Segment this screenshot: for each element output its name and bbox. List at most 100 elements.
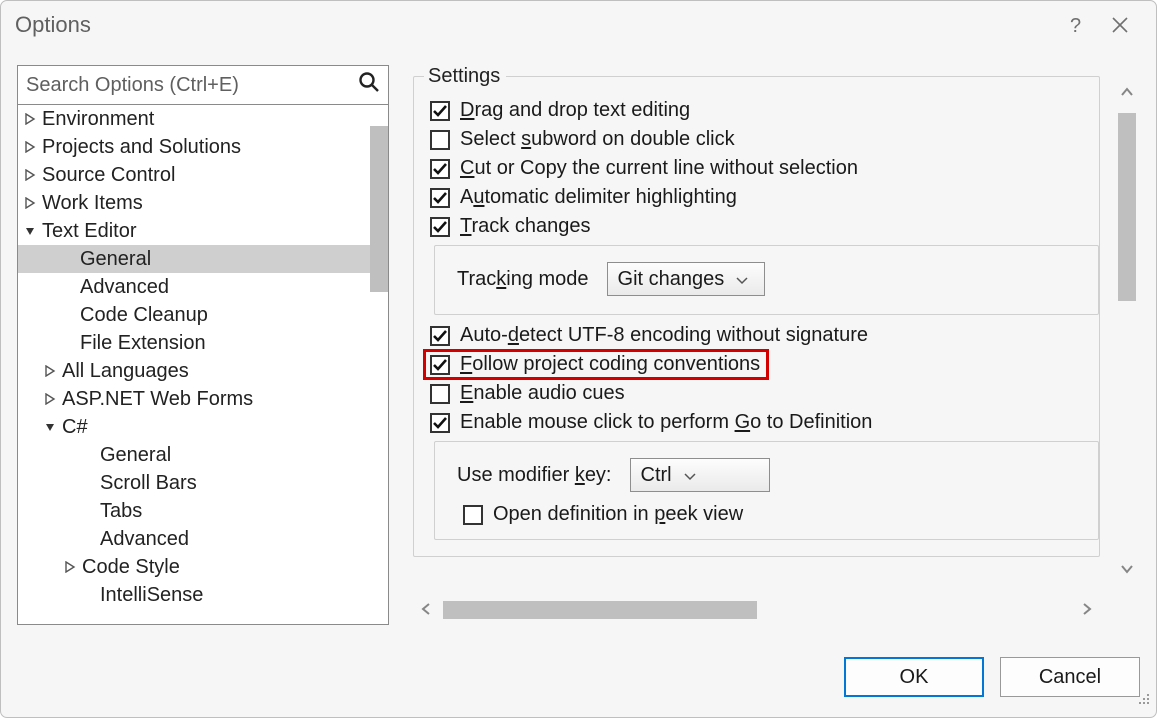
tree-item-label: All Languages bbox=[62, 360, 189, 383]
track-changes-row[interactable]: Track changes bbox=[424, 212, 1099, 241]
tree-item[interactable]: Work Items bbox=[18, 189, 388, 217]
horizontal-scrollbar-thumb[interactable] bbox=[443, 601, 757, 619]
tree-item-label: Advanced bbox=[100, 528, 189, 551]
caret-right-icon bbox=[64, 561, 76, 573]
tree-item-label: C# bbox=[62, 416, 88, 439]
auto-delim-row[interactable]: Automatic delimiter highlighting bbox=[424, 183, 1099, 212]
resize-grip-icon[interactable] bbox=[1137, 689, 1151, 712]
caret-right-icon bbox=[44, 365, 56, 377]
tree-item[interactable]: General bbox=[18, 245, 388, 273]
tree-item[interactable]: IntelliSense bbox=[18, 581, 388, 609]
options-dialog: Options ? Environment Projects and Soluti… bbox=[0, 0, 1157, 718]
tree-item-label: Tabs bbox=[100, 500, 142, 523]
options-tree[interactable]: Environment Projects and Solutions Source … bbox=[17, 105, 389, 625]
tree-item[interactable]: Code Cleanup bbox=[18, 301, 388, 329]
tree-item-label: Work Items bbox=[42, 192, 143, 215]
tree-item-label: Source Control bbox=[42, 164, 175, 187]
drag-drop-row[interactable]: Drag and drop text editing bbox=[424, 96, 1099, 125]
search-box[interactable] bbox=[17, 65, 389, 105]
tree-item[interactable]: Text Editor bbox=[18, 217, 388, 245]
peek-checkbox[interactable] bbox=[463, 505, 483, 525]
caret-down-icon bbox=[44, 421, 56, 433]
tree-item[interactable]: File Extension bbox=[18, 329, 388, 357]
left-panel: Environment Projects and Solutions Source … bbox=[17, 65, 389, 625]
utf8-checkbox[interactable] bbox=[430, 326, 450, 346]
tree-item[interactable]: General bbox=[18, 441, 388, 469]
cut-copy-label: Cut or Copy the current line without sel… bbox=[460, 157, 858, 180]
goto-row[interactable]: Enable mouse click to perform Go to Defi… bbox=[424, 408, 1099, 437]
tree-item[interactable]: C# bbox=[18, 413, 388, 441]
titlebar: Options ? bbox=[1, 1, 1156, 49]
tree-item[interactable]: All Languages bbox=[18, 357, 388, 385]
tree-item[interactable]: Projects and Solutions bbox=[18, 133, 388, 161]
cancel-button[interactable]: Cancel bbox=[1000, 657, 1140, 697]
tree-item[interactable]: Source Control bbox=[18, 161, 388, 189]
peek-label: Open definition in peek view bbox=[493, 503, 743, 526]
goto-checkbox[interactable] bbox=[430, 413, 450, 433]
tree-item-label: Advanced bbox=[80, 276, 169, 299]
tracking-mode-value: Git changes bbox=[618, 268, 725, 291]
horizontal-scrollbar[interactable] bbox=[413, 595, 1100, 625]
tree-item-label: General bbox=[80, 248, 151, 271]
tracking-group: Tracking mode Git changes bbox=[434, 245, 1099, 315]
cut-copy-checkbox[interactable] bbox=[430, 159, 450, 179]
tree-item-label: Scroll Bars bbox=[100, 472, 197, 495]
conventions-row[interactable]: Follow project coding conventions bbox=[424, 350, 768, 379]
settings-group: Settings Drag and drop text editing Sele… bbox=[413, 65, 1100, 557]
subword-row[interactable]: Select subword on double click bbox=[424, 125, 1099, 154]
track-changes-checkbox[interactable] bbox=[430, 217, 450, 237]
drag-drop-checkbox[interactable] bbox=[430, 101, 450, 121]
vertical-scrollbar-thumb[interactable] bbox=[1118, 113, 1136, 301]
goto-label: Enable mouse click to perform Go to Defi… bbox=[460, 411, 872, 434]
utf8-row[interactable]: Auto-detect UTF-8 encoding without signa… bbox=[424, 321, 1099, 350]
tree-item[interactable]: Tabs bbox=[18, 497, 388, 525]
scroll-up-icon[interactable] bbox=[1114, 81, 1140, 103]
tree-item-label: Projects and Solutions bbox=[42, 136, 241, 159]
peek-row[interactable]: Open definition in peek view bbox=[445, 500, 1098, 529]
vertical-scrollbar[interactable] bbox=[1114, 81, 1140, 580]
tree-item-label: Code Style bbox=[82, 556, 180, 579]
auto-delim-checkbox[interactable] bbox=[430, 188, 450, 208]
tree-item[interactable]: Environment bbox=[18, 105, 388, 133]
tree-scrollbar-thumb[interactable] bbox=[370, 126, 388, 292]
track-changes-label: Track changes bbox=[460, 215, 590, 238]
tree-item-label: Code Cleanup bbox=[80, 304, 208, 327]
drag-drop-label: Drag and drop text editing bbox=[460, 99, 690, 122]
search-icon bbox=[358, 71, 380, 99]
subword-checkbox[interactable] bbox=[430, 130, 450, 150]
caret-right-icon bbox=[24, 197, 36, 209]
tree-item[interactable]: Advanced bbox=[18, 525, 388, 553]
auto-delim-label: Automatic delimiter highlighting bbox=[460, 186, 737, 209]
tree-item-label: General bbox=[100, 444, 171, 467]
conventions-label: Follow project coding conventions bbox=[460, 353, 760, 376]
scroll-left-icon[interactable] bbox=[413, 600, 439, 621]
tree-item[interactable]: Advanced bbox=[18, 273, 388, 301]
tree-item-label: File Extension bbox=[80, 332, 206, 355]
utf8-label: Auto-detect UTF-8 encoding without signa… bbox=[460, 324, 868, 347]
audio-checkbox[interactable] bbox=[430, 384, 450, 404]
goto-group: Use modifier key: Ctrl Open definition i… bbox=[434, 441, 1099, 540]
close-button[interactable] bbox=[1098, 3, 1142, 47]
tree-item[interactable]: Scroll Bars bbox=[18, 469, 388, 497]
caret-right-icon bbox=[24, 113, 36, 125]
tracking-mode-combo[interactable]: Git changes bbox=[607, 262, 765, 296]
tree-item[interactable]: ASP.NET Web Forms bbox=[18, 385, 388, 413]
svg-text:?: ? bbox=[1070, 15, 1081, 36]
ok-button[interactable]: OK bbox=[844, 657, 984, 697]
scroll-down-icon[interactable] bbox=[1114, 558, 1140, 580]
caret-right-icon bbox=[44, 393, 56, 405]
window-title: Options bbox=[15, 12, 91, 38]
modifier-key-label: Use modifier key: bbox=[457, 464, 612, 487]
cut-copy-row[interactable]: Cut or Copy the current line without sel… bbox=[424, 154, 1099, 183]
audio-label: Enable audio cues bbox=[460, 382, 625, 405]
caret-right-icon bbox=[24, 169, 36, 181]
audio-row[interactable]: Enable audio cues bbox=[424, 379, 1099, 408]
conventions-checkbox[interactable] bbox=[430, 355, 450, 375]
settings-legend: Settings bbox=[424, 65, 506, 88]
scroll-right-icon[interactable] bbox=[1074, 600, 1100, 621]
modifier-key-combo[interactable]: Ctrl bbox=[630, 458, 770, 492]
help-button[interactable]: ? bbox=[1054, 3, 1098, 47]
tree-item-label: Text Editor bbox=[42, 220, 136, 243]
tree-item[interactable]: Code Style bbox=[18, 553, 388, 581]
search-input[interactable] bbox=[24, 72, 358, 99]
